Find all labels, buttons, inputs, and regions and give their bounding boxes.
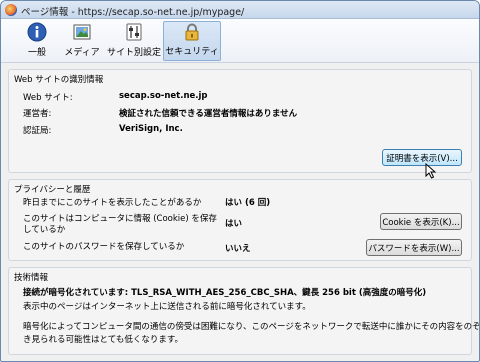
password-question: このサイトのパスワードを保存しているか (23, 242, 185, 252)
media-icon (71, 21, 93, 43)
visited-answer: はい (6 回) (225, 198, 271, 208)
website-value: secap.so-net.ne.jp (119, 91, 208, 101)
privacy-heading: プライバシーと履歴 (14, 185, 91, 195)
verifier-label: 認証局: (23, 126, 52, 136)
cookie-answer: はい (225, 219, 243, 229)
window-title: ページ情報 - https://secap.so-net.ne.jp/mypag… (21, 7, 245, 18)
identity-group: Web サイトの識別情報 Web サイト: secap.so-net.ne.jp… (8, 69, 472, 173)
verifier-value: VeriSign, Inc. (119, 124, 183, 134)
page-info-window: ページ情報 - https://secap.so-net.ne.jp/mypag… (0, 0, 480, 362)
cookie-question-line2: しているか (23, 225, 66, 235)
owner-value: 検証された信頼できる運営者情報はありません (119, 109, 298, 119)
eavesdrop-line1: 暗号化によってコンピュータ間の通信の傍受は困難になり、このページをネットワークで… (23, 322, 480, 332)
view-passwords-button[interactable]: パスワードを表示(W)... (366, 239, 462, 256)
view-cookies-button[interactable]: Cookie を表示(K)... (380, 213, 462, 230)
encryption-detail: 表示中のページはインターネット上に送信される前に暗号化されています。 (23, 302, 311, 312)
tab-label: メディア (64, 48, 100, 58)
tab-general[interactable]: 一般 (19, 21, 55, 61)
tab-label: サイト別設定 (107, 48, 162, 58)
tab-toolbar: 一般 メディア サイト別設定 セキュリティ (1, 19, 479, 63)
eavesdrop-line2: き見られる可能性はとても低くなります。 (23, 335, 183, 345)
mouse-cursor-icon (425, 163, 437, 179)
encryption-status: 接続が暗号化されています: TLS_RSA_WITH_AES_256_CBC_S… (23, 288, 427, 298)
website-label: Web サイト: (23, 93, 73, 103)
permissions-icon (123, 21, 145, 43)
view-certificate-button[interactable]: 証明書を表示(V)... (382, 149, 462, 166)
tab-label: 一般 (27, 48, 46, 58)
owner-label: 運営者: (23, 109, 52, 119)
visited-question: 昨日までにこのサイトを表示したことがあるか (23, 198, 202, 208)
technical-group: 技術情報 接続が暗号化されています: TLS_RSA_WITH_AES_256_… (8, 267, 479, 355)
tab-label: セキュリティ (165, 47, 219, 57)
title-bar[interactable]: ページ情報 - https://secap.so-net.ne.jp/mypag… (1, 1, 479, 19)
password-answer: いいえ (225, 244, 251, 254)
privacy-group: プライバシーと履歴 昨日までにこのサイトを表示したことがあるか はい (6 回)… (8, 179, 472, 261)
tab-security[interactable]: セキュリティ (163, 21, 221, 61)
firefox-icon (5, 4, 17, 16)
technical-heading: 技術情報 (14, 273, 49, 283)
lock-icon (181, 22, 203, 42)
tab-media[interactable]: メディア (59, 21, 105, 61)
identity-heading: Web サイトの識別情報 (14, 75, 104, 85)
tab-permissions[interactable]: サイト別設定 (107, 21, 161, 61)
info-icon (26, 21, 48, 43)
